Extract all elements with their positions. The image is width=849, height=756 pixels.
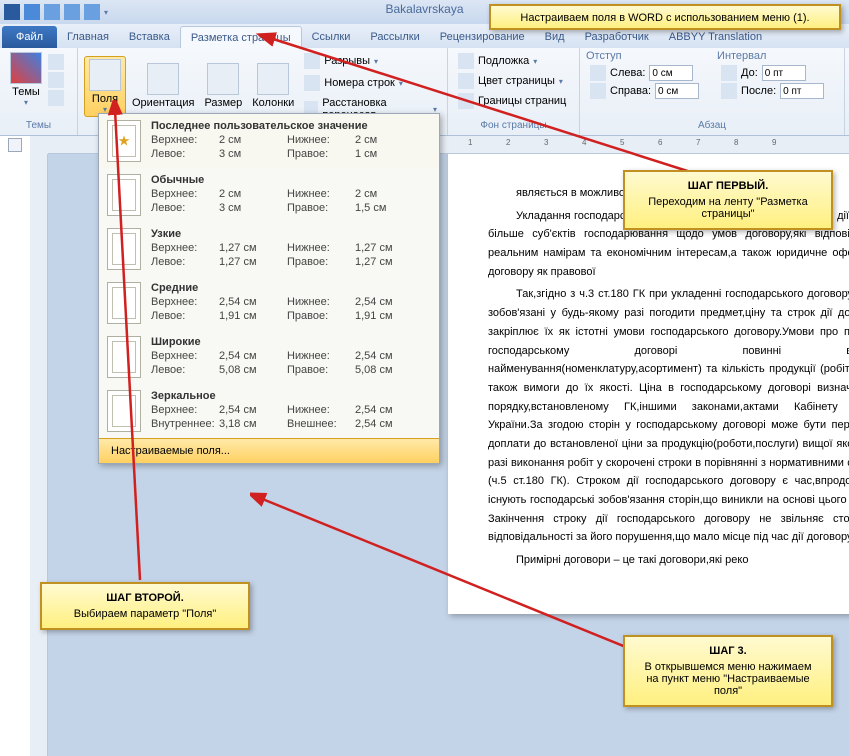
columns-icon	[257, 63, 289, 95]
margin-preview-icon	[107, 228, 141, 270]
word-icon	[4, 4, 20, 20]
theme-effects-icon[interactable]	[48, 90, 64, 106]
group-themes: Темы ▾ Темы	[0, 48, 78, 135]
indent-right-icon	[590, 83, 606, 99]
tab-references[interactable]: Ссылки	[302, 26, 361, 48]
group-page-background: Подложка▾ Цвет страницы▾ Границы страниц…	[448, 48, 580, 135]
margins-button[interactable]: Поля ▾	[84, 56, 126, 117]
size-button[interactable]: Размер	[200, 61, 246, 111]
custom-margins-button[interactable]: Настраиваемые поля...	[99, 438, 439, 463]
chevron-down-icon: ▾	[24, 98, 28, 107]
line-numbers-icon	[304, 75, 320, 91]
callout-step1: ШАГ ПЕРВЫЙ. Переходим на ленту "Разметка…	[623, 170, 833, 230]
spacing-after-input[interactable]	[780, 83, 824, 99]
indent-left-input[interactable]	[649, 65, 693, 81]
margin-option-normal[interactable]: Обычные Верхнее:2 смНижнее:2 см Левое:3 …	[99, 168, 439, 222]
doc-paragraph: Так,згідно з ч.3 ст.180 ГК при укладенні…	[488, 285, 849, 547]
document-title: Bakalavrskaya	[385, 2, 463, 16]
undo-icon[interactable]	[44, 4, 60, 20]
margin-preview-icon	[107, 336, 141, 378]
watermark-button[interactable]: Подложка▾	[454, 52, 573, 70]
callout-top: Настраиваем поля в WORD с использованием…	[489, 4, 841, 30]
page-color-icon	[458, 73, 474, 89]
margin-option-mirror[interactable]: Зеркальное Верхнее:2,54 смНижнее:2,54 см…	[99, 384, 439, 438]
page-borders-button[interactable]: Границы страниц	[454, 92, 573, 110]
group-paragraph: Отступ Слева: Справа: Интервал До: После…	[580, 48, 845, 135]
breaks-icon	[304, 53, 320, 69]
star-icon: ★	[118, 133, 131, 150]
file-tab[interactable]: Файл	[2, 26, 57, 48]
tab-page-layout[interactable]: Разметка страницы	[180, 26, 302, 48]
callout-step2: ШАГ ВТОРОЙ. Выбираем параметр "Поля"	[40, 582, 250, 630]
margin-preview-icon: ★	[107, 120, 141, 162]
doc-paragraph: Примірні договори – це такі договори,які…	[488, 551, 849, 570]
indent-left[interactable]: Слева:	[586, 64, 703, 82]
margin-preview-icon	[107, 390, 141, 432]
theme-colors-icon[interactable]	[48, 54, 64, 70]
margin-option-last[interactable]: ★ Последнее пользовательское значение Ве…	[99, 114, 439, 168]
themes-button[interactable]: Темы ▾	[6, 50, 46, 109]
margin-option-medium[interactable]: Средние Верхнее:2,54 смНижнее:2,54 см Ле…	[99, 276, 439, 330]
save-icon[interactable]	[24, 4, 40, 20]
tab-mailings[interactable]: Рассылки	[360, 26, 429, 48]
qat-more-icon[interactable]	[84, 4, 100, 20]
theme-fonts-icon[interactable]	[48, 72, 64, 88]
watermark-icon	[458, 53, 474, 69]
callout-top-text: Настраиваем поля в WORD с использованием…	[520, 12, 809, 24]
spacing-before-icon	[721, 65, 737, 81]
ruler-corner	[30, 136, 48, 154]
size-icon	[207, 63, 239, 95]
margin-preview-icon	[107, 174, 141, 216]
orientation-button[interactable]: Ориентация	[128, 61, 198, 111]
breaks-button[interactable]: Разрывы▾	[300, 52, 441, 70]
spacing-after[interactable]: После:	[717, 82, 828, 100]
margin-option-narrow[interactable]: Узкие Верхнее:1,27 смНижнее:1,27 см Лево…	[99, 222, 439, 276]
callout-step3: ШАГ 3. В открывшемся меню нажимаем на пу…	[623, 635, 833, 707]
margin-option-wide[interactable]: Широкие Верхнее:2,54 смНижнее:2,54 см Ле…	[99, 330, 439, 384]
spacing-after-icon	[721, 83, 737, 99]
spacing-before-input[interactable]	[762, 65, 806, 81]
indent-left-icon	[590, 65, 606, 81]
borders-icon	[458, 93, 474, 109]
page-color-button[interactable]: Цвет страницы▾	[454, 72, 573, 90]
margins-icon	[89, 59, 121, 91]
columns-button[interactable]: Колонки	[248, 61, 298, 111]
qat-dropdown-icon[interactable]: ▾	[104, 8, 108, 17]
selection-mode-button[interactable]	[8, 138, 22, 152]
spacing-before[interactable]: До:	[717, 64, 828, 82]
indent-right-input[interactable]	[655, 83, 699, 99]
tab-insert[interactable]: Вставка	[119, 26, 180, 48]
margins-dropdown: ★ Последнее пользовательское значение Ве…	[98, 113, 440, 464]
indent-right[interactable]: Справа:	[586, 82, 703, 100]
themes-icon	[10, 52, 42, 84]
tab-home[interactable]: Главная	[57, 26, 119, 48]
margin-preview-icon	[107, 282, 141, 324]
vertical-ruler[interactable]	[30, 154, 48, 756]
line-numbers-button[interactable]: Номера строк▾	[300, 74, 441, 92]
orientation-icon	[147, 63, 179, 95]
redo-icon[interactable]	[64, 4, 80, 20]
